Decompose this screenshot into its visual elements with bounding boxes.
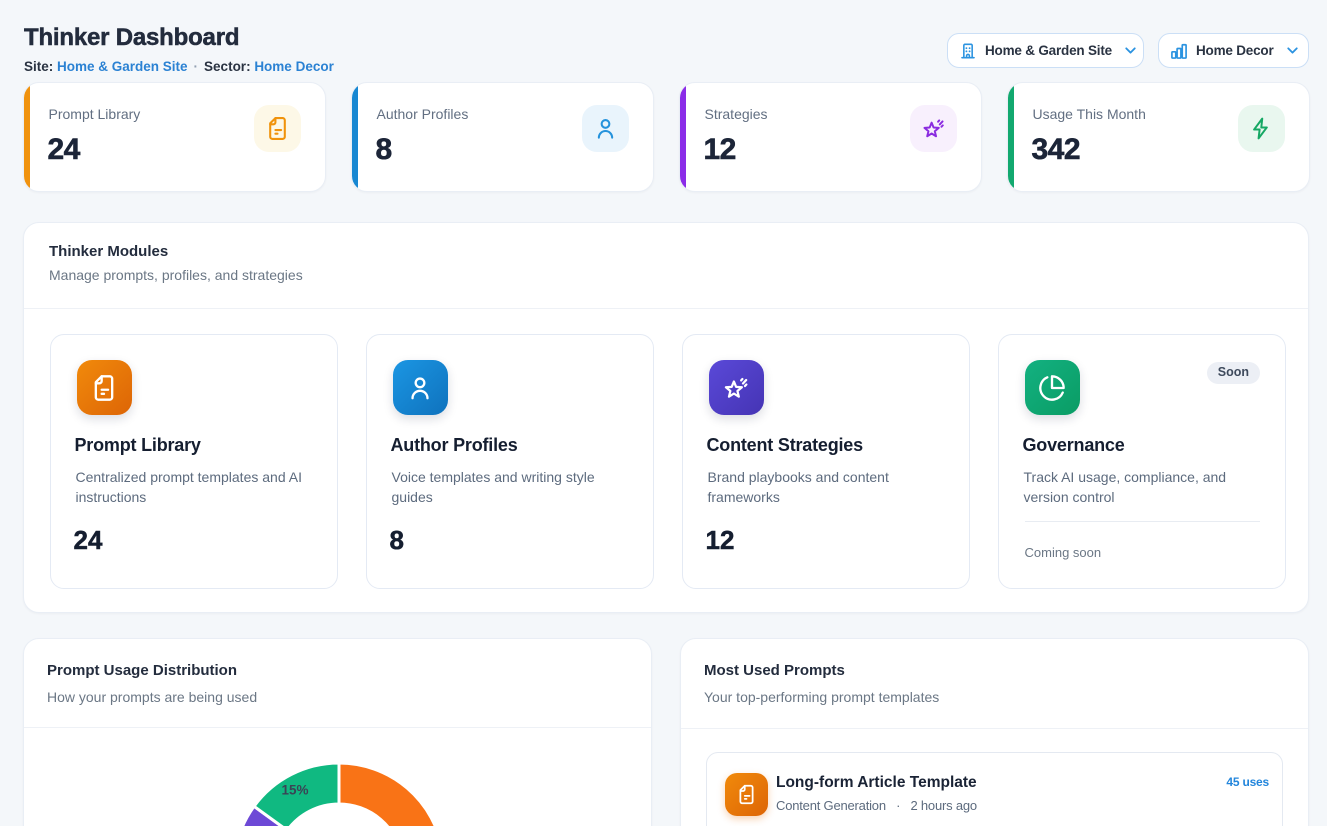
svg-text:15%: 15% [281, 783, 308, 798]
